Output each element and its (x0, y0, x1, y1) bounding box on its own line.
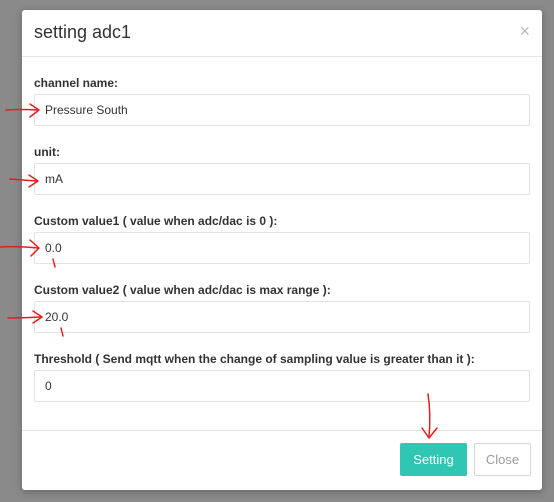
close-icon[interactable]: × (519, 22, 530, 40)
custom-value2-label: Custom value2 ( value when adc/dac is ma… (34, 283, 331, 297)
dialog-header: setting adc1 × (22, 10, 542, 57)
setting-dialog: setting adc1 × channel name: unit: Custo… (22, 10, 542, 490)
custom-value2-input[interactable] (34, 301, 530, 333)
unit-input[interactable] (34, 163, 530, 195)
dialog-footer: Setting Close (22, 430, 542, 491)
custom-value1-label: Custom value1 ( value when adc/dac is 0 … (34, 214, 278, 228)
channel-name-input[interactable] (34, 94, 530, 126)
dialog-title: setting adc1 (34, 22, 132, 42)
close-button[interactable]: Close (474, 443, 531, 476)
threshold-label: Threshold ( Send mqtt when the change of… (34, 352, 475, 366)
setting-button[interactable]: Setting (400, 443, 467, 476)
channel-name-label: channel name: (34, 76, 119, 90)
threshold-input[interactable] (34, 370, 530, 402)
custom-value1-input[interactable] (34, 232, 530, 264)
unit-label: unit: (34, 145, 60, 159)
